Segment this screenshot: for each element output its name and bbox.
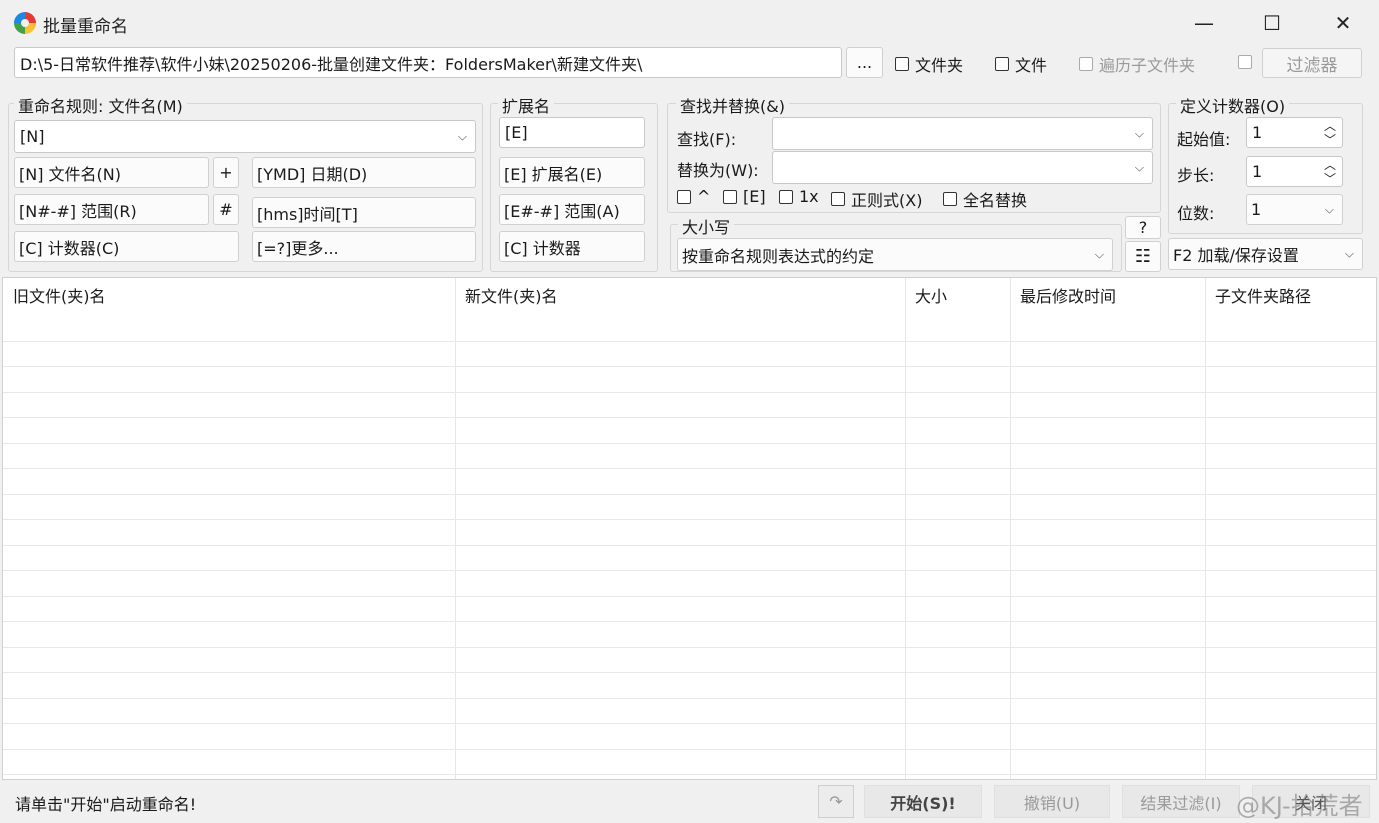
folder-checkbox-label: 文件夹 — [915, 56, 964, 75]
path-value: D:\5-日常软件推荐\软件小妹\20250206-批量创建文件夹：Folder… — [20, 54, 643, 74]
case-label: 大小写 — [678, 214, 735, 238]
rename-rule-label: 重命名规则: 文件名(M) — [14, 93, 187, 117]
column-new-name[interactable]: 新文件(夹)名 — [455, 278, 905, 316]
chevron-down-icon: ⌵ — [457, 129, 467, 143]
chevron-down-icon: ⌵ — [1344, 246, 1354, 261]
counter-button[interactable]: [C] 计数器(C) — [14, 231, 239, 262]
subfolders-checkbox-label: 遍历子文件夹 — [1099, 56, 1196, 75]
full-name-checkbox[interactable]: 全名替换 — [943, 187, 1027, 211]
chevron-down-icon: ⌵ — [1324, 202, 1334, 216]
replace-label: 替换为(W): — [677, 161, 759, 180]
subfolders-checkbox[interactable]: 遍历子文件夹 — [1079, 52, 1195, 76]
watermark: @KJ-拾荒者 — [1236, 792, 1363, 820]
redo-icon: ↷ — [829, 792, 843, 811]
maximize-button[interactable]: ☐ — [1249, 8, 1295, 38]
file-list[interactable]: 旧文件(夹)名 新文件(夹)名 大小 最后修改时间 子文件夹路径 — [2, 277, 1377, 780]
case-select[interactable]: 按重命名规则表达式的约定 ⌵ — [677, 238, 1113, 271]
settings-label: F2 加载/保存设置 — [1173, 246, 1299, 265]
column-subfolder-path[interactable]: 子文件夹路径 — [1205, 278, 1376, 316]
extension-name-button[interactable]: [E] 扩展名(E) — [499, 157, 645, 188]
settings-select[interactable]: F2 加载/保存设置 ⌵ — [1168, 238, 1363, 270]
counter-label: 定义计数器(O) — [1176, 93, 1290, 117]
find-replace-label: 查找并替换(&) — [676, 93, 789, 117]
minimize-button[interactable]: — — [1181, 8, 1227, 38]
step-stepper[interactable]: 1 ︿ ﹀ — [1246, 156, 1343, 187]
start-button[interactable]: 开始(S)! — [864, 785, 982, 818]
digits-select[interactable]: 1 ⌵ — [1246, 194, 1343, 225]
rename-rule-value: [N] — [20, 127, 45, 146]
undo-button[interactable]: 撤销(U) — [994, 785, 1110, 818]
extension-value: [E] — [505, 123, 528, 142]
caret-checkbox-label: ^ — [697, 187, 711, 206]
chevron-down-icon: ⌵ — [1134, 126, 1144, 140]
extension-range-button[interactable]: [E#-#] 范围(A) — [499, 194, 645, 225]
redo-button[interactable]: ↷ — [818, 785, 854, 818]
filter-button[interactable]: 过滤器 — [1262, 48, 1362, 78]
range-button[interactable]: [N#-#] 范围(R) — [14, 194, 209, 225]
spinner-icon[interactable]: ︿ ﹀ — [1324, 158, 1336, 186]
file-checkbox-label: 文件 — [1015, 56, 1048, 75]
app-icon — [14, 12, 36, 34]
regex-checkbox[interactable]: 正则式(X) — [831, 187, 922, 211]
column-modified[interactable]: 最后修改时间 — [1010, 278, 1205, 316]
extension-counter-button[interactable]: [C] 计数器 — [499, 231, 645, 262]
hash-button[interactable]: # — [213, 194, 239, 225]
path-field[interactable]: D:\5-日常软件推荐\软件小妹\20250206-批量创建文件夹：Folder… — [14, 47, 842, 78]
help-button[interactable]: ? — [1125, 216, 1161, 239]
start-value: 1 — [1252, 123, 1263, 142]
window-title: 批量重命名 — [43, 17, 128, 37]
step-value: 1 — [1252, 162, 1263, 181]
start-label: 起始值: — [1177, 130, 1231, 149]
caret-checkbox[interactable]: ^ — [677, 187, 710, 206]
time-button[interactable]: [hms]时间[T] — [252, 197, 476, 228]
file-checkbox[interactable]: 文件 — [995, 52, 1047, 76]
browse-button[interactable]: ... — [846, 47, 883, 78]
case-select-value: 按重命名规则表达式的约定 — [682, 246, 875, 266]
folder-checkbox[interactable]: 文件夹 — [895, 52, 963, 76]
column-size[interactable]: 大小 — [905, 278, 1010, 316]
extension-input[interactable]: [E] — [499, 117, 645, 148]
filename-button[interactable]: [N] 文件名(N) — [14, 157, 209, 188]
column-old-name[interactable]: 旧文件(夹)名 — [3, 278, 455, 316]
list-icon: ☷ — [1134, 246, 1152, 267]
preview-button[interactable]: ☷ — [1125, 241, 1161, 272]
once-checkbox[interactable]: 1x — [779, 187, 819, 206]
full-name-checkbox-label: 全名替换 — [963, 191, 1028, 210]
date-button[interactable]: [YMD] 日期(D) — [252, 157, 476, 188]
replace-input[interactable]: ⌵ — [772, 151, 1153, 184]
digits-label: 位数: — [1177, 204, 1215, 223]
find-label: 查找(F): — [677, 130, 737, 149]
result-filter-button[interactable]: 结果过滤(I) — [1122, 785, 1240, 818]
once-checkbox-label: 1x — [799, 187, 819, 206]
rename-rule-input[interactable]: [N] ⌵ — [14, 120, 476, 153]
find-input[interactable]: ⌵ — [772, 117, 1153, 150]
extension-option-label: [E] — [743, 187, 766, 206]
regex-checkbox-label: 正则式(X) — [851, 191, 923, 210]
chevron-down-icon: ⌵ — [1134, 160, 1144, 174]
step-label: 步长: — [1177, 166, 1215, 185]
spinner-icon[interactable]: ︿ ﹀ — [1324, 119, 1336, 147]
chevron-down-icon: ⌵ — [1094, 247, 1104, 261]
start-stepper[interactable]: 1 ︿ ﹀ — [1246, 117, 1343, 148]
title-bar: 批量重命名 — ☐ ✕ — [0, 0, 1379, 44]
plus-button[interactable]: + — [213, 157, 239, 188]
status-message: 请单击"开始"启动重命名! — [15, 795, 197, 814]
filter-checkbox[interactable] — [1238, 55, 1252, 69]
extension-label: 扩展名 — [498, 93, 555, 117]
extension-option-checkbox[interactable]: [E] — [723, 187, 766, 206]
digits-value: 1 — [1251, 200, 1262, 219]
close-window-button[interactable]: ✕ — [1320, 8, 1366, 38]
more-button[interactable]: [=?]更多... — [252, 231, 476, 262]
